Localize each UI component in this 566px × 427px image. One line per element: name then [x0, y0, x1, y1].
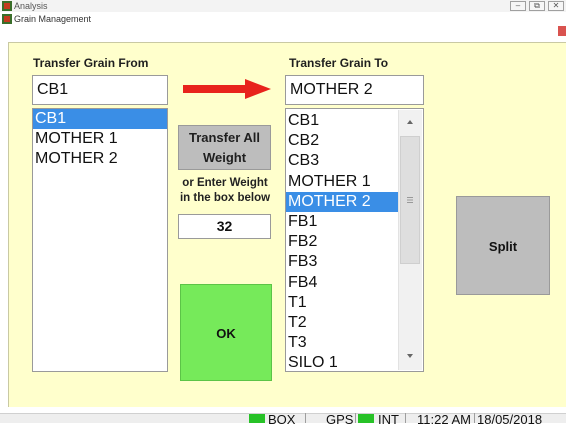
- to-list-item[interactable]: FB4: [286, 273, 399, 293]
- to-list-item[interactable]: CB2: [286, 131, 399, 151]
- ok-button[interactable]: OK: [180, 284, 272, 381]
- to-list-item[interactable]: CB3: [286, 151, 399, 171]
- inner-window-title: Grain Management: [14, 14, 92, 24]
- to-list-item[interactable]: T3: [286, 333, 399, 353]
- restore-button[interactable]: ⧉: [529, 1, 545, 11]
- outer-window-title: Analysis: [14, 1, 48, 11]
- app-icon: [2, 1, 12, 11]
- to-list-item[interactable]: FB3: [286, 252, 399, 272]
- to-list-item[interactable]: CB1: [286, 111, 399, 131]
- chevron-up-icon[interactable]: [405, 118, 415, 126]
- split-button[interactable]: Split: [456, 196, 550, 295]
- to-field[interactable]: MOTHER 2: [285, 75, 424, 105]
- status-time: 11:22 AM: [417, 412, 471, 427]
- from-list-item[interactable]: MOTHER 1: [33, 129, 167, 149]
- weight-hint: or Enter Weight in the box below: [176, 176, 274, 206]
- from-field[interactable]: CB1: [32, 75, 168, 105]
- close-button[interactable]: ✕: [548, 1, 564, 11]
- int-indicator: [358, 414, 374, 423]
- from-list-item[interactable]: MOTHER 2: [33, 149, 167, 169]
- status-divider: [305, 413, 306, 423]
- status-divider: [474, 413, 475, 423]
- weight-hint-line2: in the box below: [179, 192, 271, 204]
- from-list[interactable]: CB1 MOTHER 1 MOTHER 2: [32, 108, 168, 372]
- to-label: Transfer Grain To: [289, 56, 389, 70]
- right-arrow-icon: [183, 79, 271, 99]
- status-gps: GPS: [326, 412, 354, 427]
- inner-close-button[interactable]: [558, 26, 566, 36]
- transfer-all-weight-button[interactable]: Transfer All Weight: [178, 125, 271, 170]
- weight-hint-line1: or Enter Weight: [182, 177, 268, 189]
- to-list-item[interactable]: T2: [286, 313, 399, 333]
- from-label: Transfer Grain From: [33, 56, 149, 70]
- to-list-item[interactable]: MOTHER 2: [286, 191, 399, 212]
- grain-management-icon: [2, 14, 12, 24]
- to-list-item[interactable]: MOTHER 1: [286, 172, 399, 192]
- weight-input[interactable]: 32: [178, 214, 271, 239]
- status-divider: [405, 413, 406, 423]
- to-list-item[interactable]: FB1: [286, 212, 399, 232]
- minimize-button[interactable]: –: [510, 1, 526, 11]
- transfer-all-line1: Transfer All: [188, 130, 261, 145]
- status-date: 18/05/2018: [477, 412, 543, 427]
- from-list-item[interactable]: CB1: [33, 109, 167, 130]
- chevron-down-icon[interactable]: [405, 352, 415, 360]
- to-list-item[interactable]: FB2: [286, 232, 399, 252]
- grip-icon: [407, 197, 413, 203]
- status-box: BOX: [268, 412, 296, 427]
- status-int: INT: [378, 412, 399, 427]
- outer-title-bar: [0, 0, 566, 12]
- to-list-item[interactable]: T1: [286, 293, 399, 313]
- transfer-all-line2: Weight: [202, 150, 247, 165]
- to-list-item[interactable]: SILO 1: [286, 353, 399, 371]
- status-divider: [355, 413, 356, 423]
- box-indicator: [249, 414, 265, 423]
